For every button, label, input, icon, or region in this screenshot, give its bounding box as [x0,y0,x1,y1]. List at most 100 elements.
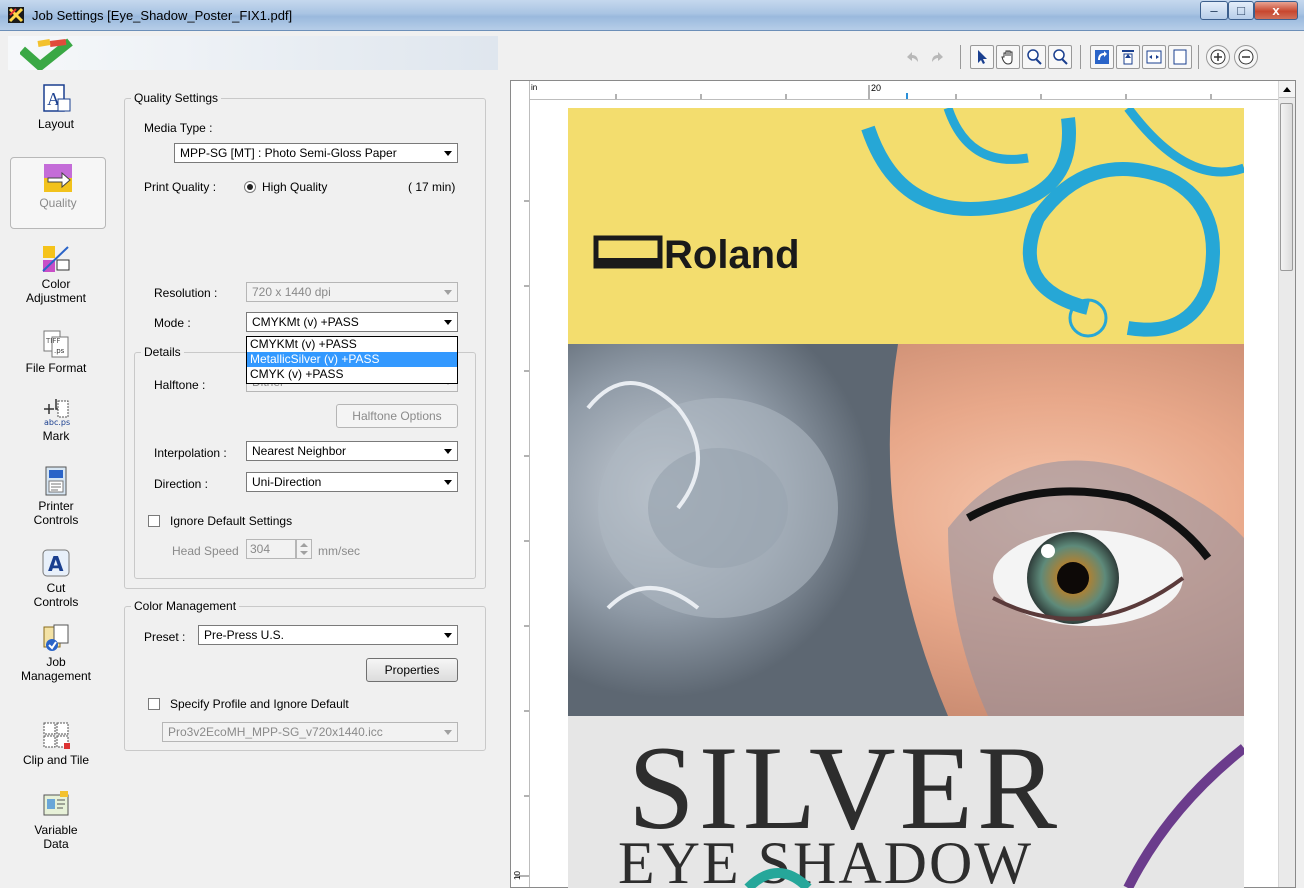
zoom-out-button[interactable] [1234,45,1258,69]
chevron-down-icon [439,626,457,644]
zoom-rect-icon [1027,49,1042,65]
app-logo [8,36,498,70]
interpolation-value: Nearest Neighbor [252,444,347,458]
sidebar-item-printer-controls[interactable]: Printer Controls [0,465,112,527]
interpolation-select[interactable]: Nearest Neighbor [246,441,458,461]
undo-button[interactable] [900,45,924,69]
svg-text:A: A [48,552,64,576]
specify-profile-label: Specify Profile and Ignore Default [170,697,349,711]
scroll-thumb[interactable] [1280,103,1293,271]
rotate-button[interactable] [1090,45,1114,69]
plus-circle-icon [1210,49,1226,65]
rotate-icon [1095,50,1109,64]
job-management-icon [40,621,72,653]
chevron-down-icon [439,723,457,741]
printer-controls-icon [40,465,72,497]
profile-select[interactable]: Pro3v2EcoMH_MPP-SG_v720x1440.icc [162,722,458,742]
chevron-down-icon [439,283,457,301]
direction-value: Uni-Direction [252,475,322,489]
zoom-tool-button[interactable] [1022,45,1046,69]
minimize-button[interactable]: – [1200,1,1228,20]
sidebar-item-mark[interactable]: abc.ps Mark [0,395,112,443]
poster-artwork: Roland SILVER EYE SHADOW [568,108,1244,888]
chevron-down-icon [439,144,457,162]
roland-logo-text: Roland [664,233,800,277]
direction-select[interactable]: Uni-Direction [246,472,458,492]
clip-and-tile-icon [40,719,72,751]
vertical-scrollbar[interactable] [1278,81,1295,887]
window-title: Job Settings [Eye_Shadow_Poster_FIX1.pdf… [32,8,293,23]
direction-label: Direction : [154,477,209,491]
specify-profile-checkbox[interactable] [148,698,160,710]
chevron-down-icon [439,473,457,491]
halftone-label: Halftone : [154,378,206,392]
mark-icon: abc.ps [40,395,72,427]
color-adjustment-icon [40,243,72,275]
high-quality-radio[interactable] [244,181,256,193]
sidebar-item-label: Mark [42,429,70,443]
head-speed-unit: mm/sec [318,544,360,558]
media-type-select[interactable]: MPP-SG [MT] : Photo Semi-Gloss Paper [174,143,458,163]
magnifier-icon [1053,49,1068,65]
sidebar-item-variable-data[interactable]: Variable Data [0,789,112,851]
fit-width-icon [1146,50,1162,64]
ignore-default-checkbox[interactable] [148,515,160,527]
close-button[interactable]: x [1254,1,1298,20]
mode-value: CMYKMt (v) +PASS [252,315,359,329]
sidebar-item-quality[interactable]: Quality [10,157,106,229]
job-settings-window: Job Settings [Eye_Shadow_Poster_FIX1.pdf… [0,0,1304,888]
resolution-select[interactable]: 720 x 1440 dpi [246,282,458,302]
properties-button[interactable]: Properties [366,658,458,682]
align-top-button[interactable] [1116,45,1140,69]
head-speed-input[interactable]: 304 [246,539,296,559]
sidebar-item-label: Clip and Tile [22,753,90,767]
select-tool-button[interactable] [970,45,994,69]
zoom-button[interactable] [1048,45,1072,69]
mode-label: Mode : [154,316,191,330]
media-type-value: MPP-SG [MT] : Photo Semi-Gloss Paper [180,146,397,160]
sidebar-item-job-management[interactable]: Job Management [0,621,112,683]
mode-option-highlighted[interactable]: MetallicSilver (v) +PASS [247,352,457,367]
svg-text:abc.ps: abc.ps [44,418,70,427]
sidebar-item-label: File Format [25,361,87,375]
cut-controls-icon: A [40,547,72,579]
mode-option[interactable]: CMYK (v) +PASS [247,367,457,382]
head-speed-value: 304 [250,542,271,556]
ruler-mark: 10 [512,871,522,880]
ruler-ticks-top [615,85,1212,99]
app-icon [8,7,24,23]
sidebar-item-label: Variable Data [34,823,78,851]
chevron-down-icon [439,313,457,331]
left-ruler: 10 [511,81,530,887]
scroll-up-arrow-icon[interactable] [1279,81,1295,98]
svg-text:.ps: .ps [54,347,65,355]
interpolation-label: Interpolation : [154,446,227,460]
zoom-in-button[interactable] [1206,45,1230,69]
head-speed-label: Head Speed [172,544,239,558]
profile-value: Pro3v2EcoMH_MPP-SG_v720x1440.icc [168,725,383,739]
print-quality-label: Print Quality : [144,180,217,194]
preset-value: Pre-Press U.S. [204,628,285,642]
group-title: Details [144,345,181,359]
sidebar-item-file-format[interactable]: TIFF .ps File Format [0,327,112,375]
preset-select[interactable]: Pre-Press U.S. [198,625,458,645]
chevron-down-icon [439,442,457,460]
undo-icon [907,52,918,62]
sidebar-item-layout[interactable]: A Layout [0,83,112,131]
fit-width-button[interactable] [1142,45,1166,69]
hand-tool-button[interactable] [996,45,1020,69]
toolbar [0,31,1304,75]
sidebar-item-color-adjustment[interactable]: Color Adjustment [0,243,112,305]
mode-select[interactable]: CMYKMt (v) +PASS [246,312,458,332]
mode-option[interactable]: CMYKMt (v) +PASS [247,337,457,352]
align-top-icon [1122,50,1134,65]
sidebar-item-label: Printer Controls [33,499,79,527]
title-bar: Job Settings [Eye_Shadow_Poster_FIX1.pdf… [0,0,1304,31]
sidebar-item-cut-controls[interactable]: A Cut Controls [0,547,112,609]
fit-page-button[interactable] [1168,45,1192,69]
maximize-button[interactable]: □ [1228,1,1254,20]
head-speed-spinner[interactable] [296,539,312,559]
sidebar-item-clip-and-tile[interactable]: Clip and Tile [0,719,112,767]
halftone-options-button[interactable]: Halftone Options [336,404,458,428]
redo-button[interactable] [926,45,950,69]
